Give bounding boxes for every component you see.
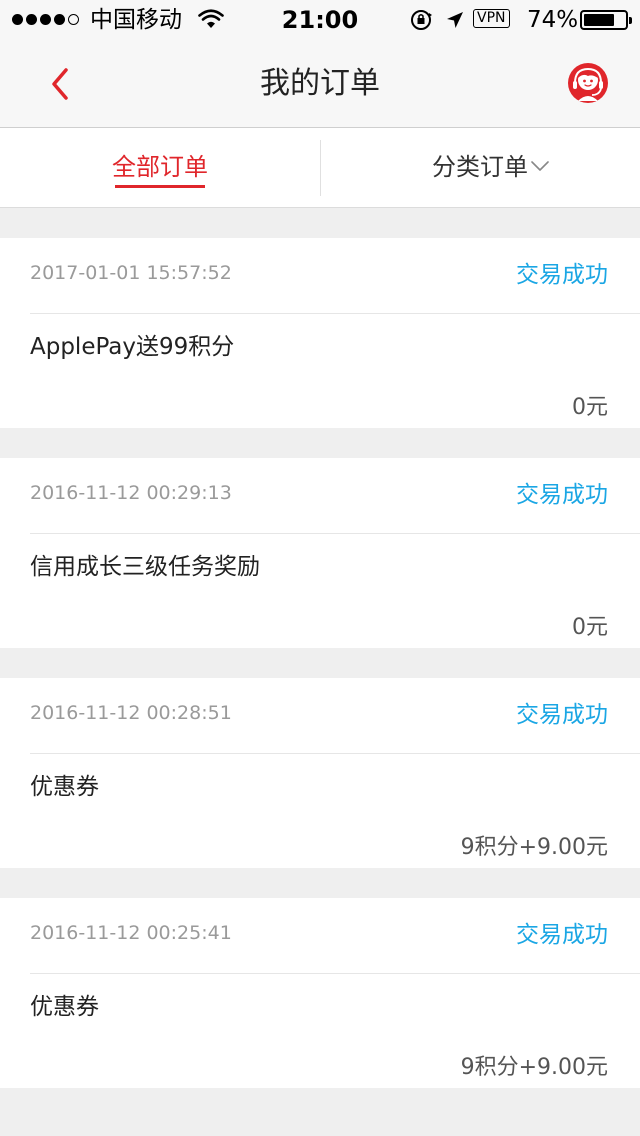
status-bar: 中国移动 21:00 VPN 74% [0, 0, 640, 40]
order-filter-tabs: 全部订单 分类订单 [0, 128, 640, 208]
order-card[interactable]: 2016-11-12 00:25:41 交易成功 优惠券 9积分+9.00元 [0, 898, 640, 1088]
order-list: 2017-01-01 15:57:52 交易成功 ApplePay送99积分 0… [0, 238, 640, 1118]
divider [30, 973, 640, 974]
tab-category-orders[interactable]: 分类订单 [321, 128, 640, 208]
order-time: 2016-11-12 00:29:13 [30, 482, 232, 504]
battery-tip [629, 17, 632, 24]
divider [30, 533, 640, 534]
tab-category-orders-label: 分类订单 [432, 153, 528, 181]
order-title: 信用成长三级任务奖励 [30, 554, 260, 580]
tab-all-orders[interactable]: 全部订单 [0, 128, 320, 208]
chevron-down-icon [531, 161, 549, 171]
active-tab-indicator [115, 185, 205, 188]
rotation-lock-icon [411, 10, 432, 30]
location-arrow-icon [447, 12, 463, 28]
divider [30, 753, 640, 754]
order-status: 交易成功 [516, 482, 608, 508]
order-time: 2016-11-12 00:28:51 [30, 702, 232, 724]
navigation-bar: 我的订单 [0, 40, 640, 128]
order-card[interactable]: 2016-11-12 00:29:13 交易成功 信用成长三级任务奖励 0元 [0, 458, 640, 648]
battery-percent: 74% [527, 7, 579, 33]
order-status: 交易成功 [516, 702, 608, 728]
order-time: 2017-01-01 15:57:52 [30, 262, 232, 284]
order-title: 优惠券 [30, 774, 99, 800]
order-card[interactable]: 2016-11-12 00:28:51 交易成功 优惠券 9积分+9.00元 [0, 678, 640, 868]
order-amount: 0元 [572, 395, 608, 420]
order-amount: 9积分+9.00元 [460, 835, 608, 860]
customer-service-icon [568, 63, 608, 103]
order-status: 交易成功 [516, 922, 608, 948]
page-title: 我的订单 [260, 66, 380, 101]
divider [30, 313, 640, 314]
order-time: 2016-11-12 00:25:41 [30, 922, 232, 944]
order-amount: 0元 [572, 615, 608, 640]
battery-level-fill [584, 14, 614, 26]
tab-all-orders-label: 全部订单 [112, 153, 208, 181]
vpn-badge: VPN [473, 9, 510, 28]
battery-icon [580, 10, 632, 30]
order-amount: 9积分+9.00元 [460, 1055, 608, 1080]
order-status: 交易成功 [516, 262, 608, 288]
order-card[interactable]: 2017-01-01 15:57:52 交易成功 ApplePay送99积分 0… [0, 238, 640, 428]
customer-service-button[interactable] [566, 61, 610, 105]
order-title: 优惠券 [30, 994, 99, 1020]
order-title: ApplePay送99积分 [30, 334, 235, 360]
